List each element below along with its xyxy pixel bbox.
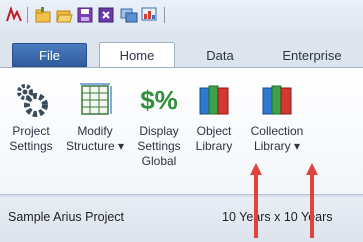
button-label: Library ▾ <box>253 139 301 153</box>
toolbar-separator <box>27 7 28 23</box>
tab-data[interactable]: Data <box>196 42 244 68</box>
object-library-button[interactable]: Object Library <box>188 78 240 178</box>
toolbar-separator <box>164 7 165 23</box>
button-label: Library <box>195 139 233 153</box>
open-folder-icon[interactable] <box>55 6 73 24</box>
app-window: File Home Data Enterprise Project Settin… <box>0 0 363 242</box>
button-label: Settings <box>9 139 53 153</box>
tab-file[interactable]: File <box>12 43 87 67</box>
books-icon <box>262 85 292 115</box>
project-settings-button[interactable]: Project Settings <box>2 78 60 178</box>
display-settings-global-button[interactable]: $% Display Settings Global <box>130 78 188 178</box>
quick-access-toolbar <box>0 0 363 31</box>
window-icon[interactable] <box>120 6 138 24</box>
button-label: Collection <box>250 124 304 138</box>
tab-enterprise[interactable]: Enterprise <box>272 42 352 68</box>
button-label: Modify <box>77 124 113 138</box>
close-project-icon[interactable] <box>97 6 115 24</box>
project-name: Sample Arius Project <box>8 210 125 224</box>
button-label: Display <box>139 124 179 138</box>
dollar-percent-icon: $% <box>140 84 178 115</box>
books-icon <box>199 85 229 115</box>
ribbon-tabs: File Home Data Enterprise <box>0 42 363 68</box>
new-folder-icon[interactable] <box>34 6 52 24</box>
annotation-arrow-icon <box>250 163 262 238</box>
app-logo-icon <box>6 6 22 22</box>
annotation-arrow-icon <box>306 163 318 238</box>
button-label: Project <box>12 124 50 138</box>
button-label: Global <box>141 154 177 168</box>
chart-window-icon[interactable] <box>141 6 159 24</box>
button-label: Object <box>196 124 232 138</box>
tab-home[interactable]: Home <box>99 42 175 68</box>
button-label: Settings <box>137 139 181 153</box>
table-structure-icon <box>80 83 112 115</box>
save-icon[interactable] <box>76 6 94 24</box>
button-label: Structure ▾ <box>65 139 125 153</box>
modify-structure-button[interactable]: Modify Structure ▾ <box>60 78 130 178</box>
gears-icon <box>17 84 48 117</box>
